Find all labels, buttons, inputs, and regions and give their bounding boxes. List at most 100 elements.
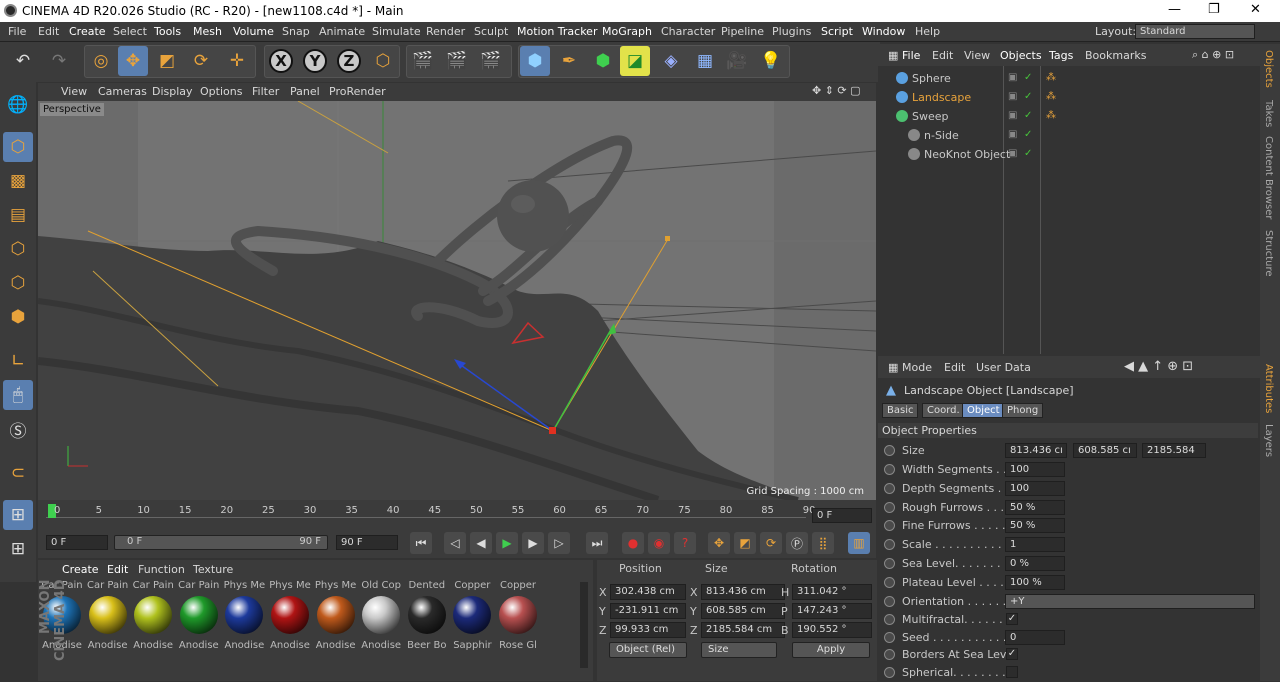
viewport-menu-options[interactable]: Options	[200, 85, 242, 98]
render-settings-icon[interactable]: 🎬	[476, 46, 506, 76]
next-frame-icon[interactable]: ▶	[522, 532, 544, 554]
viewport-nav-icons[interactable]: ✥ ⇕ ⟳ ▢	[812, 84, 861, 97]
object-row[interactable]: Sphere ▣ ✓ ⁂	[880, 69, 1258, 88]
attr-value-input[interactable]: 1	[1005, 537, 1065, 553]
material-swatch[interactable]: Phys Me Anodise	[314, 580, 358, 658]
edges-mode-icon[interactable]: ⬡	[3, 268, 33, 298]
enabled-check-icon[interactable]: ✓	[1024, 148, 1036, 160]
position-z-field[interactable]: 99.933 cm	[610, 622, 686, 638]
dock-tab-takes[interactable]: Takes	[1263, 100, 1274, 127]
x-axis-lock-button[interactable]: X	[266, 46, 296, 76]
enabled-check-icon[interactable]: ✓	[1024, 110, 1036, 122]
animate-dot-icon[interactable]	[884, 649, 895, 661]
material-swatch[interactable]: Dented Beer Bo	[405, 580, 449, 658]
menu-help[interactable]: Help	[915, 25, 940, 38]
material-swatch[interactable]: Old Cop Anodise	[359, 580, 403, 658]
cloner-icon[interactable]: ◪	[620, 46, 650, 76]
solo-icon[interactable]: Ⓢ	[3, 414, 33, 444]
layout-select[interactable]: Standard	[1135, 24, 1255, 39]
layer-icon[interactable]: ▣	[1008, 148, 1020, 160]
camera-icon[interactable]: 🎥	[722, 46, 752, 76]
tweak-mode-icon[interactable]: 🖱	[3, 380, 33, 410]
position-x-field[interactable]: 302.438 cm	[610, 584, 686, 600]
attr-value-input[interactable]: 50 %	[1005, 518, 1065, 534]
object-manager-tools-icon[interactable]: ⌕ ⌂ ⊕ ⊡	[1192, 48, 1234, 62]
menu-snap[interactable]: Snap	[282, 25, 310, 38]
key-rotation-icon[interactable]: ⟳	[760, 532, 782, 554]
dock-tab-structure[interactable]: Structure	[1263, 230, 1274, 277]
animate-dot-icon[interactable]	[884, 539, 895, 551]
position-y-field[interactable]: -231.911 cm	[610, 603, 686, 619]
dock-tab-attributes[interactable]: Attributes	[1263, 364, 1274, 413]
menu-volume[interactable]: Volume	[233, 25, 274, 38]
material-swatch[interactable]: Car Pain Anodise	[86, 580, 130, 658]
attr-value-input[interactable]: 50 %	[1005, 499, 1065, 515]
previous-key-icon[interactable]: ◁	[444, 532, 466, 554]
object-row[interactable]: NeoKnot Object ▣ ✓	[880, 145, 1258, 164]
obj-menu-edit[interactable]: Edit	[932, 49, 953, 62]
next-key-icon[interactable]: ▷	[548, 532, 570, 554]
light-icon[interactable]: 💡	[756, 46, 786, 76]
coords-mode-select[interactable]: Object (Rel)	[609, 642, 687, 658]
model-mode-icon[interactable]: ⬡	[3, 132, 33, 162]
viewport-menu-cameras[interactable]: Cameras	[98, 85, 147, 98]
menu-create[interactable]: Create	[69, 25, 106, 38]
obj-menu-tags[interactable]: Tags	[1049, 49, 1073, 62]
attr-checkbox[interactable]: ✓	[1006, 648, 1018, 661]
floor-icon[interactable]: ▦	[690, 46, 720, 76]
scale-tool-icon[interactable]: ◩	[152, 46, 182, 76]
material-swatch[interactable]: Car Pain Anodise	[131, 580, 175, 658]
obj-menu-objects[interactable]: Objects	[1000, 49, 1042, 62]
apply-button[interactable]: Apply	[792, 642, 870, 658]
menu-pipeline[interactable]: Pipeline	[721, 25, 764, 38]
viewport-menu-panel[interactable]: Panel	[290, 85, 320, 98]
autokey-icon[interactable]: ◉	[648, 532, 670, 554]
minimize-button[interactable]: —	[1168, 2, 1181, 17]
keyframe-selection-icon[interactable]: ?	[674, 532, 696, 554]
dock-tab-objects[interactable]: Objects	[1263, 50, 1274, 88]
y-axis-lock-button[interactable]: Y	[300, 46, 330, 76]
texture-mode-icon[interactable]: ▩	[3, 166, 33, 196]
material-swatch[interactable]: Phys Me Anodise	[268, 580, 312, 658]
material-swatch[interactable]: Copper Rose Gl	[496, 580, 540, 658]
animate-dot-icon[interactable]	[884, 595, 895, 607]
menu-tools[interactable]: Tools	[154, 25, 181, 38]
tab-coord[interactable]: Coord.	[922, 403, 965, 418]
object-row[interactable]: n-Side ▣ ✓	[880, 126, 1258, 145]
animate-dot-icon[interactable]	[884, 666, 895, 678]
menu-animate[interactable]: Animate	[319, 25, 365, 38]
material-tag-icon[interactable]: ⁂	[1046, 72, 1058, 84]
material-tag-icon[interactable]: ⁂	[1046, 91, 1058, 103]
material-scrollbar[interactable]	[580, 582, 588, 668]
size-y-field[interactable]: 608.585 cm	[701, 603, 785, 619]
material-menu-function[interactable]: Function	[138, 563, 185, 576]
make-editable-icon[interactable]: 🌐	[3, 90, 33, 120]
material-swatch[interactable]: Copper Sapphir	[450, 580, 494, 658]
obj-menu-bookmarks[interactable]: Bookmarks	[1085, 49, 1146, 62]
timeline-window-icon[interactable]: ▥	[848, 532, 870, 554]
timeline[interactable]: 0 5 10 15 20 25 30 35 40 45 50 55 60 65 70 75 80 85 90 0 F	[38, 500, 876, 530]
render-view-icon[interactable]: 🎬	[408, 46, 438, 76]
animate-dot-icon[interactable]	[884, 501, 895, 513]
obj-menu-file[interactable]: File	[902, 49, 920, 62]
menu-file[interactable]: File	[8, 25, 26, 38]
rotation-b-field[interactable]: 190.552 °	[792, 622, 872, 638]
attr-menu-edit[interactable]: Edit	[944, 361, 965, 374]
current-frame-field[interactable]: 0 F	[812, 508, 872, 523]
polygons-mode-icon[interactable]: ⬢	[3, 302, 33, 332]
tab-object[interactable]: Object	[962, 403, 1005, 418]
rotate-tool-icon[interactable]: ⟳	[186, 46, 216, 76]
attr-value-input[interactable]: 100	[1005, 480, 1065, 496]
attr-value-input[interactable]: 100	[1005, 462, 1065, 477]
layer-icon[interactable]: ▣	[1008, 72, 1020, 84]
record-icon[interactable]: ●	[622, 532, 644, 554]
layer-icon[interactable]: ▣	[1008, 110, 1020, 122]
dock-tab-layers[interactable]: Layers	[1263, 424, 1274, 457]
points-mode-icon[interactable]: ⬡	[3, 234, 33, 264]
enable-axis-icon[interactable]: ∟	[3, 346, 33, 376]
key-scale-icon[interactable]: ◩	[734, 532, 756, 554]
animate-dot-icon[interactable]	[884, 614, 895, 626]
previous-frame-icon[interactable]: ◀	[470, 532, 492, 554]
z-axis-lock-button[interactable]: Z	[334, 46, 364, 76]
menu-script[interactable]: Script	[821, 25, 853, 38]
